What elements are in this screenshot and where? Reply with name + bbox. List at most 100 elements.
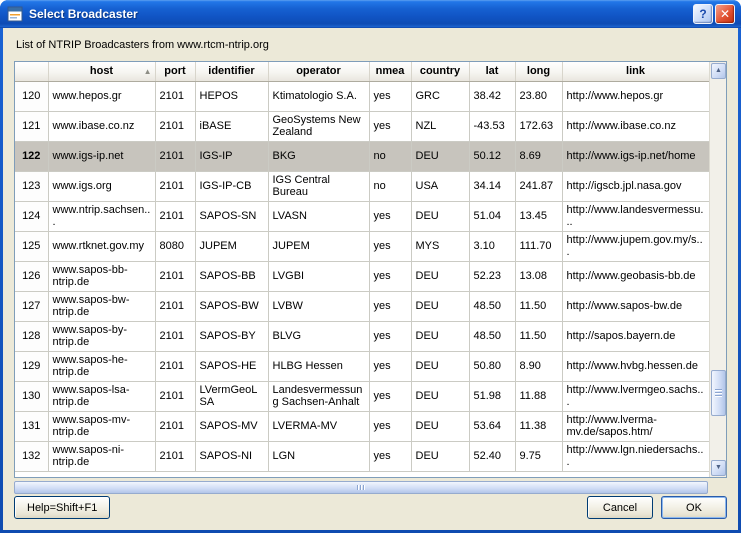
column-header-operator[interactable]: operator [268, 62, 369, 81]
cell-link[interactable]: http://www.lvermgeo.sachs... [562, 381, 709, 411]
close-icon[interactable]: ✕ [715, 4, 735, 24]
cell-link[interactable]: http://www.lgn.niedersachs... [562, 441, 709, 471]
cell-identifier[interactable]: JUPEM [195, 231, 268, 261]
cell-operator[interactable]: LVGBI [268, 261, 369, 291]
cell-host[interactable]: www.sapos-he-ntrip.de [48, 351, 155, 381]
cell-lat[interactable]: 48.50 [469, 321, 515, 351]
cell-nmea[interactable]: yes [369, 201, 411, 231]
column-header-lat[interactable]: lat [469, 62, 515, 81]
row-header[interactable]: 130 [15, 381, 48, 411]
row-header[interactable]: 120 [15, 81, 48, 111]
cell-identifier[interactable]: SAPOS-BW [195, 291, 268, 321]
cell-host[interactable]: www.ntrip.sachsen... [48, 201, 155, 231]
cell-operator[interactable]: JUPEM [268, 231, 369, 261]
row-header[interactable]: 132 [15, 441, 48, 471]
cell-operator[interactable]: Ktimatologio S.A. [268, 81, 369, 111]
cell-country[interactable]: NZL [411, 111, 469, 141]
cell-link[interactable]: http://www.igs-ip.net/home [562, 141, 709, 171]
help-icon[interactable]: ? [693, 4, 713, 24]
horizontal-scrollbar[interactable] [14, 481, 708, 494]
cell-lat[interactable]: 51.04 [469, 201, 515, 231]
cell-link[interactable]: http://www.geobasis-bb.de [562, 261, 709, 291]
cell-country[interactable]: DEU [411, 441, 469, 471]
cell-country[interactable]: DEU [411, 261, 469, 291]
cell-nmea[interactable]: yes [369, 291, 411, 321]
vertical-scrollbar-thumb[interactable] [711, 370, 726, 416]
cell-lat[interactable]: 50.12 [469, 141, 515, 171]
cell-lat[interactable]: 34.14 [469, 171, 515, 201]
cell-lat[interactable]: 38.42 [469, 81, 515, 111]
cell-operator[interactable]: HLBG Hessen [268, 351, 369, 381]
cell-identifier[interactable]: SAPOS-NI [195, 441, 268, 471]
cell-port[interactable]: 2101 [155, 171, 195, 201]
cell-port[interactable]: 2101 [155, 321, 195, 351]
cell-host[interactable]: www.sapos-mv-ntrip.de [48, 411, 155, 441]
cell-operator[interactable]: BKG [268, 141, 369, 171]
table-row[interactable]: 122 www.igs-ip.net 2101 IGS-IP BKG no DE… [15, 141, 709, 171]
cell-country[interactable]: DEU [411, 411, 469, 441]
cell-operator[interactable]: LVERMA-MV [268, 411, 369, 441]
column-header-long[interactable]: long [515, 62, 562, 81]
table-row[interactable]: 131 www.sapos-mv-ntrip.de 2101 SAPOS-MV … [15, 411, 709, 441]
scroll-down-icon[interactable]: ▼ [711, 460, 726, 476]
cell-country[interactable]: MYS [411, 231, 469, 261]
cell-long[interactable]: 9.75 [515, 441, 562, 471]
cell-identifier[interactable]: HEPOS [195, 81, 268, 111]
cell-nmea[interactable]: no [369, 171, 411, 201]
table-row[interactable]: 124 www.ntrip.sachsen... 2101 SAPOS-SN L… [15, 201, 709, 231]
cell-operator[interactable]: BLVG [268, 321, 369, 351]
cancel-button[interactable]: Cancel [587, 496, 653, 519]
cell-host[interactable]: www.rtknet.gov.my [48, 231, 155, 261]
cell-identifier[interactable]: SAPOS-BY [195, 321, 268, 351]
cell-lat[interactable]: 50.80 [469, 351, 515, 381]
cell-host[interactable]: www.sapos-ni-ntrip.de [48, 441, 155, 471]
cell-nmea[interactable]: yes [369, 261, 411, 291]
cell-nmea[interactable]: yes [369, 321, 411, 351]
cell-operator[interactable]: IGS Central Bureau [268, 171, 369, 201]
cell-host[interactable]: www.ibase.co.nz [48, 111, 155, 141]
table-row[interactable]: 130 www.sapos-lsa-ntrip.de 2101 LVermGeo… [15, 381, 709, 411]
cell-identifier[interactable]: SAPOS-BB [195, 261, 268, 291]
cell-port[interactable]: 2101 [155, 111, 195, 141]
cell-host[interactable]: www.igs-ip.net [48, 141, 155, 171]
cell-port[interactable]: 2101 [155, 141, 195, 171]
table-row[interactable]: 128 www.sapos-by-ntrip.de 2101 SAPOS-BY … [15, 321, 709, 351]
cell-country[interactable]: DEU [411, 291, 469, 321]
cell-country[interactable]: GRC [411, 81, 469, 111]
cell-identifier[interactable]: iBASE [195, 111, 268, 141]
cell-link[interactable]: http://sapos.bayern.de [562, 321, 709, 351]
cell-port[interactable]: 2101 [155, 201, 195, 231]
cell-link[interactable]: http://www.ibase.co.nz [562, 111, 709, 141]
cell-link[interactable]: http://igscb.jpl.nasa.gov [562, 171, 709, 201]
row-header[interactable]: 128 [15, 321, 48, 351]
cell-operator[interactable]: LVBW [268, 291, 369, 321]
row-header[interactable]: 125 [15, 231, 48, 261]
help-button[interactable]: Help=Shift+F1 [14, 496, 110, 519]
cell-operator[interactable]: GeoSystems New Zealand [268, 111, 369, 141]
ok-button[interactable]: OK [661, 496, 727, 519]
cell-port[interactable]: 8080 [155, 231, 195, 261]
cell-country[interactable]: DEU [411, 201, 469, 231]
cell-long[interactable]: 241.87 [515, 171, 562, 201]
cell-nmea[interactable]: yes [369, 381, 411, 411]
cell-host[interactable]: www.hepos.gr [48, 81, 155, 111]
table-row[interactable]: 125 www.rtknet.gov.my 8080 JUPEM JUPEM y… [15, 231, 709, 261]
cell-nmea[interactable]: yes [369, 411, 411, 441]
column-header-host[interactable]: host ▲ [48, 62, 155, 81]
cell-host[interactable]: www.sapos-bb-ntrip.de [48, 261, 155, 291]
cell-identifier[interactable]: SAPOS-HE [195, 351, 268, 381]
cell-country[interactable]: DEU [411, 321, 469, 351]
cell-lat[interactable]: 53.64 [469, 411, 515, 441]
title-bar[interactable]: Select Broadcaster ? ✕ [0, 0, 741, 28]
cell-lat[interactable]: -43.53 [469, 111, 515, 141]
cell-lat[interactable]: 48.50 [469, 291, 515, 321]
cell-port[interactable]: 2101 [155, 411, 195, 441]
cell-country[interactable]: DEU [411, 351, 469, 381]
table-row[interactable]: 129 www.sapos-he-ntrip.de 2101 SAPOS-HE … [15, 351, 709, 381]
table-row[interactable]: 120 www.hepos.gr 2101 HEPOS Ktimatologio… [15, 81, 709, 111]
table-row[interactable]: 123 www.igs.org 2101 IGS-IP-CB IGS Centr… [15, 171, 709, 201]
table-row[interactable]: 127 www.sapos-bw-ntrip.de 2101 SAPOS-BW … [15, 291, 709, 321]
table-row[interactable]: 126 www.sapos-bb-ntrip.de 2101 SAPOS-BB … [15, 261, 709, 291]
cell-host[interactable]: www.sapos-lsa-ntrip.de [48, 381, 155, 411]
cell-lat[interactable]: 52.23 [469, 261, 515, 291]
